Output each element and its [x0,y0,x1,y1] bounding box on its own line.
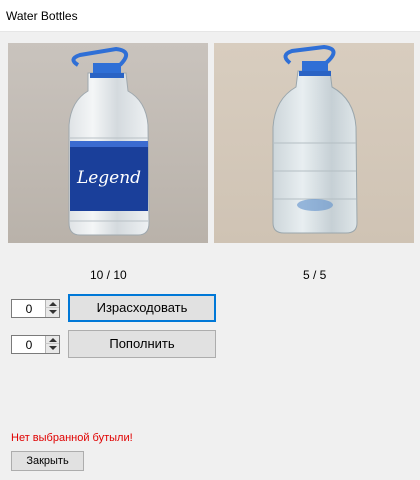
increment-button[interactable] [45,300,59,308]
chevron-up-icon [49,302,57,306]
chevron-up-icon [49,338,57,342]
refill-button[interactable]: Пополнить [68,330,216,358]
title-bar: Water Bottles [0,0,420,32]
label-logo-text: Legend [76,168,141,188]
consume-amount-stepper[interactable]: 0 [11,299,60,318]
bottle-image-half[interactable] [214,43,414,243]
consume-amount-value[interactable]: 0 [12,302,46,316]
chevron-down-icon [49,310,57,314]
decrement-button[interactable] [45,308,59,317]
window-title: Water Bottles [6,9,78,23]
consume-button[interactable]: Израсходовать [68,294,216,322]
status-message: Нет выбранной бутыли! [11,432,133,444]
bottle-count-1: 10 / 10 [90,268,127,282]
close-button[interactable]: Закрыть [11,451,84,471]
decrement-button[interactable] [45,344,59,353]
bottle-image-full[interactable]: Legend [8,43,208,243]
chevron-down-icon [49,346,57,350]
bottle-count-2: 5 / 5 [303,268,327,282]
refill-amount-value[interactable]: 0 [12,338,46,352]
increment-button[interactable] [45,336,59,344]
refill-amount-stepper[interactable]: 0 [11,335,60,354]
